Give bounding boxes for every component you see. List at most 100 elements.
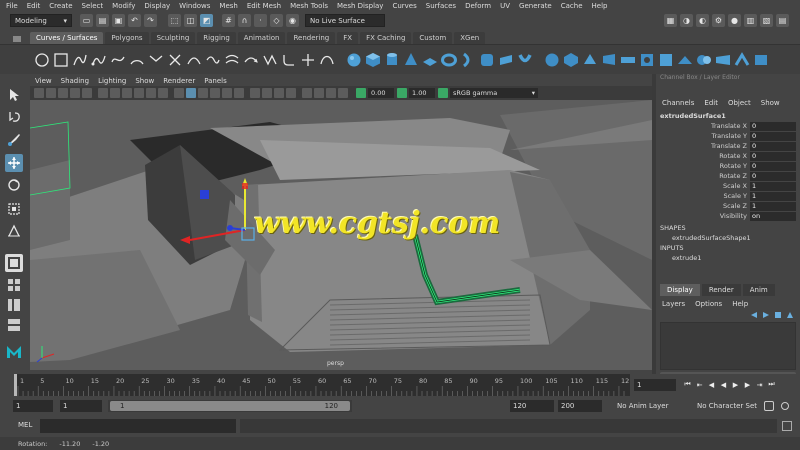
- select-tool-icon[interactable]: [5, 86, 23, 104]
- extrude-icon[interactable]: [517, 52, 533, 68]
- boundary-icon[interactable]: [582, 52, 598, 68]
- menu-mesh[interactable]: Mesh: [219, 2, 237, 10]
- layer-menu-help[interactable]: Help: [732, 300, 748, 308]
- stitch-icon[interactable]: [715, 52, 731, 68]
- nurbs-square-icon[interactable]: [53, 52, 69, 68]
- undo-icon[interactable]: ↶: [128, 14, 141, 27]
- detach-curves-icon[interactable]: [167, 52, 183, 68]
- menu-file[interactable]: File: [6, 2, 18, 10]
- channel-name[interactable]: Scale X: [656, 182, 750, 190]
- step-forward-key-icon[interactable]: ⇥: [755, 380, 764, 389]
- channel-menu-edit[interactable]: Edit: [704, 99, 718, 107]
- anim-prefs-icon[interactable]: [780, 401, 790, 411]
- sidebar-toggle-icon[interactable]: ▥: [744, 14, 757, 27]
- cut-curve-icon[interactable]: [300, 52, 316, 68]
- rebuild-curve-icon[interactable]: [262, 52, 278, 68]
- channel-value[interactable]: 0: [750, 131, 796, 141]
- nurbs-cube-icon[interactable]: [365, 52, 381, 68]
- go-to-start-icon[interactable]: ⏮: [683, 380, 692, 389]
- select-component-icon[interactable]: ◩: [200, 14, 213, 27]
- shelf-tab-rigging[interactable]: Rigging: [197, 32, 236, 44]
- layer-list[interactable]: [660, 322, 796, 370]
- channel-row-translate-y[interactable]: Translate Y0: [656, 131, 800, 141]
- backface-culling-icon[interactable]: [338, 88, 348, 98]
- channel-row-translate-z[interactable]: Translate Z0: [656, 141, 800, 151]
- channel-value[interactable]: 0: [750, 141, 796, 151]
- menu-select[interactable]: Select: [82, 2, 104, 10]
- select-hierarchy-icon[interactable]: ⬚: [168, 14, 181, 27]
- redo-icon[interactable]: ↷: [144, 14, 157, 27]
- color-space-dropdown[interactable]: sRGB gamma ▾: [450, 88, 538, 98]
- move-tool-icon[interactable]: [5, 154, 23, 172]
- select-object-icon[interactable]: ◫: [184, 14, 197, 27]
- lasso-tool-icon[interactable]: [5, 108, 23, 126]
- channel-value[interactable]: 1: [750, 181, 796, 191]
- gamma-field[interactable]: 1.00: [409, 88, 435, 98]
- menu-create[interactable]: Create: [49, 2, 72, 10]
- hypershade-icon[interactable]: ●: [728, 14, 741, 27]
- nurbs-cone-icon[interactable]: [403, 52, 419, 68]
- render-view-icon[interactable]: ▦: [664, 14, 677, 27]
- select-camera-icon[interactable]: [34, 88, 44, 98]
- shadows-icon[interactable]: [234, 88, 244, 98]
- command-language-label[interactable]: MEL: [18, 421, 32, 429]
- bookmarks-icon[interactable]: [58, 88, 68, 98]
- current-time-indicator[interactable]: [14, 374, 17, 396]
- insert-knot-icon[interactable]: [186, 52, 202, 68]
- panel-menu-lighting[interactable]: Lighting: [98, 77, 126, 85]
- shelf-tab-xgen[interactable]: XGen: [454, 32, 486, 44]
- menu-help[interactable]: Help: [592, 2, 608, 10]
- animation-start-field[interactable]: 1: [13, 400, 53, 412]
- film-gate-icon[interactable]: [98, 88, 108, 98]
- channel-row-scale-y[interactable]: Scale Y1: [656, 191, 800, 201]
- time-slider[interactable]: 1 5 10 15 20 25 30 35 40 45 50 55 60 65 70 75 80 85 90 95 10…: [0, 374, 800, 398]
- range-slider-track[interactable]: 1 120: [108, 400, 352, 412]
- channel-row-scale-x[interactable]: Scale X1: [656, 181, 800, 191]
- step-back-frame-icon[interactable]: ◀︎: [707, 380, 716, 389]
- channel-value[interactable]: 0: [750, 161, 796, 171]
- menu-windows[interactable]: Windows: [179, 2, 210, 10]
- nurbs-cylinder-icon[interactable]: [384, 52, 400, 68]
- last-tool-icon[interactable]: [5, 222, 23, 240]
- textured-icon[interactable]: [210, 88, 220, 98]
- shelf-tab-fx-caching[interactable]: FX Caching: [360, 32, 412, 44]
- scale-tool-icon[interactable]: [5, 200, 23, 218]
- channel-row-rotate-z[interactable]: Rotate Z0: [656, 171, 800, 181]
- channel-name[interactable]: Scale Z: [656, 202, 750, 210]
- channel-menu-show[interactable]: Show: [761, 99, 780, 107]
- channel-menu-object[interactable]: Object: [728, 99, 751, 107]
- object-name[interactable]: extrudedSurface1: [656, 111, 800, 121]
- shelf-tab-polygons[interactable]: Polygons: [105, 32, 149, 44]
- time-slider-track[interactable]: 1 5 10 15 20 25 30 35 40 45 50 55 60 65 70 75 80 85 90 95 10…: [14, 374, 630, 396]
- channel-name[interactable]: Translate Z: [656, 142, 750, 150]
- panel-menu-renderer[interactable]: Renderer: [163, 77, 195, 85]
- bevel-plus-icon[interactable]: [563, 52, 579, 68]
- ambient-occlusion-icon[interactable]: [250, 88, 260, 98]
- image-plane-icon[interactable]: [70, 88, 80, 98]
- arc-icon[interactable]: [129, 52, 145, 68]
- resolution-gate-icon[interactable]: [110, 88, 120, 98]
- live-surface-field[interactable]: No Live Surface: [305, 14, 385, 27]
- step-back-key-icon[interactable]: ⇤: [695, 380, 704, 389]
- range-slider-handle[interactable]: 1 120: [110, 401, 350, 411]
- snap-curve-icon[interactable]: ∩: [238, 14, 251, 27]
- gate-mask-icon[interactable]: [122, 88, 132, 98]
- channel-name[interactable]: Rotate X: [656, 152, 750, 160]
- channel-row-scale-z[interactable]: Scale Z1: [656, 201, 800, 211]
- channel-name[interactable]: Rotate Z: [656, 172, 750, 180]
- channel-name[interactable]: Translate Y: [656, 132, 750, 140]
- shelf-settings-icon[interactable]: [12, 35, 22, 43]
- sculpt-geometry-icon[interactable]: [734, 51, 750, 68]
- open-scene-icon[interactable]: ▤: [96, 14, 109, 27]
- menu-deform[interactable]: Deform: [465, 2, 491, 10]
- channel-value[interactable]: 1: [750, 201, 796, 211]
- render-settings-icon[interactable]: ⚙: [712, 14, 725, 27]
- wireframe-icon[interactable]: [174, 88, 184, 98]
- snap-point-icon[interactable]: ·: [254, 14, 267, 27]
- graph-layout-icon[interactable]: [5, 316, 23, 334]
- channel-value[interactable]: on: [750, 211, 796, 221]
- xray-joints-icon[interactable]: [326, 88, 336, 98]
- panel-menu-shading[interactable]: Shading: [61, 77, 89, 85]
- ipr-render-icon[interactable]: ◐: [696, 14, 709, 27]
- menu-edit-mesh[interactable]: Edit Mesh: [247, 2, 281, 10]
